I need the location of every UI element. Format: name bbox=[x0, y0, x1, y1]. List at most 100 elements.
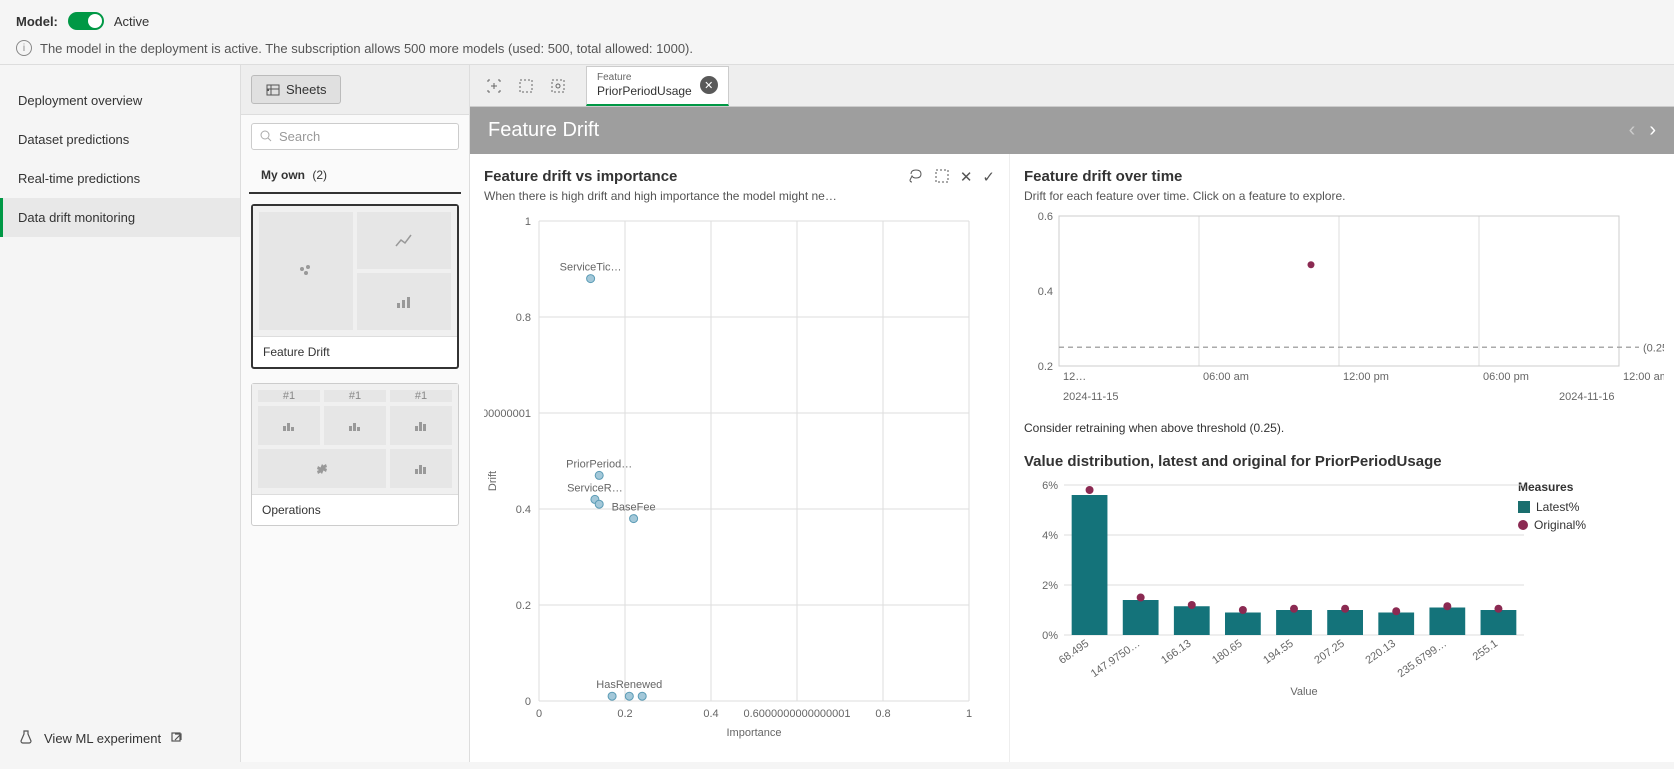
svg-text:12…: 12… bbox=[1063, 371, 1086, 383]
svg-text:0: 0 bbox=[536, 708, 542, 720]
svg-text:06:00 pm: 06:00 pm bbox=[1483, 371, 1529, 383]
chart-value-distribution[interactable]: Value distribution, latest and original … bbox=[1024, 453, 1660, 680]
chart-footnote: Consider retraining when above threshold… bbox=[1024, 421, 1660, 435]
feature-filter-tab[interactable]: Feature PriorPeriodUsage ✕ bbox=[586, 66, 729, 106]
svg-text:68.495: 68.495 bbox=[1057, 638, 1091, 667]
model-active-toggle[interactable] bbox=[68, 12, 104, 30]
svg-text:0.6000000000000001: 0.6000000000000001 bbox=[743, 708, 850, 720]
svg-text:BaseFee: BaseFee bbox=[612, 502, 656, 514]
svg-text:0.2: 0.2 bbox=[516, 600, 531, 612]
svg-text:2024-11-16: 2024-11-16 bbox=[1559, 391, 1614, 403]
content-area: Feature PriorPeriodUsage ✕ Feature Drift… bbox=[470, 65, 1674, 762]
close-icon[interactable]: ✕ bbox=[700, 76, 718, 94]
svg-text:0.4: 0.4 bbox=[516, 504, 531, 516]
myown-tab[interactable]: My own (2) bbox=[249, 158, 461, 194]
search-placeholder: Search bbox=[279, 129, 320, 144]
page-title-bar: Feature Drift ‹ › bbox=[470, 107, 1674, 154]
lasso-icon[interactable] bbox=[908, 168, 924, 188]
svg-text:ServiceR…: ServiceR… bbox=[567, 482, 623, 494]
svg-text:12:00 pm: 12:00 pm bbox=[1343, 371, 1389, 383]
view-ml-experiment-label: View ML experiment bbox=[44, 731, 161, 746]
svg-text:1: 1 bbox=[966, 708, 972, 720]
view-ml-experiment[interactable]: View ML experiment bbox=[0, 715, 240, 762]
svg-text:ServiceTic…: ServiceTic… bbox=[560, 262, 622, 274]
nav-dataset-predictions[interactable]: Dataset predictions bbox=[0, 120, 240, 159]
dist-svg: 0%2%4%6%68.495147.9750…166.13180.65194.5… bbox=[1024, 480, 1544, 700]
chart-title: Feature drift over time bbox=[1024, 168, 1660, 185]
cancel-icon[interactable]: ✕ bbox=[960, 168, 973, 188]
svg-text:166.13: 166.13 bbox=[1159, 638, 1193, 667]
feature-tab-label: Feature bbox=[597, 72, 692, 84]
chart-subtitle: When there is high drift and high import… bbox=[484, 189, 1001, 203]
svg-text:235.6799…: 235.6799… bbox=[1396, 638, 1449, 680]
smart-search-icon[interactable] bbox=[480, 72, 508, 100]
sheet-card-operations[interactable]: #1 #1 #1 Operations bbox=[251, 383, 459, 526]
svg-text:06:00 am: 06:00 am bbox=[1203, 371, 1249, 383]
sheets-button[interactable]: Sheets bbox=[251, 75, 341, 104]
sheets-button-label: Sheets bbox=[286, 82, 326, 97]
nav-realtime-predictions[interactable]: Real-time predictions bbox=[0, 159, 240, 198]
confirm-icon[interactable]: ✓ bbox=[982, 168, 995, 188]
svg-text:4%: 4% bbox=[1042, 530, 1058, 542]
svg-text:255.1: 255.1 bbox=[1471, 638, 1500, 664]
info-text: The model in the deployment is active. T… bbox=[40, 41, 693, 56]
thumb-bar-icon bbox=[357, 273, 451, 330]
sheet-card-label: Operations bbox=[252, 494, 458, 525]
chart-actions: ✕ ✓ bbox=[908, 168, 995, 188]
model-label: Model: bbox=[16, 14, 58, 29]
svg-text:0.4: 0.4 bbox=[703, 708, 718, 720]
time-svg: 0.2 0.4 0.6 12… 06:00 am 12:00 pm 06:00 pm 12:0… bbox=[1024, 211, 1664, 411]
chart-title: Value distribution, latest and original … bbox=[1024, 453, 1660, 470]
svg-text:Drift: Drift bbox=[487, 471, 499, 491]
model-status: Active bbox=[114, 14, 149, 29]
selection-tool-icon[interactable] bbox=[512, 72, 540, 100]
svg-text:Value: Value bbox=[1290, 686, 1317, 698]
svg-text:1: 1 bbox=[525, 216, 531, 228]
flask-icon bbox=[18, 729, 34, 748]
svg-text:Importance: Importance bbox=[726, 727, 781, 739]
chart-drift-over-time[interactable]: Feature drift over time Drift for each f… bbox=[1024, 168, 1660, 453]
left-nav: Deployment overview Dataset predictions … bbox=[0, 65, 240, 762]
svg-text:(0.25): (0.25) bbox=[1643, 342, 1664, 354]
svg-text:0.2: 0.2 bbox=[1038, 361, 1053, 373]
feature-tab-value: PriorPeriodUsage bbox=[597, 84, 692, 98]
header-bar: Model: Active i The model in the deploym… bbox=[0, 0, 1674, 65]
search-input[interactable]: Search bbox=[251, 123, 459, 150]
select-icon[interactable] bbox=[934, 168, 950, 188]
thumb-line-icon bbox=[357, 212, 451, 269]
nav-deployment-overview[interactable]: Deployment overview bbox=[0, 81, 240, 120]
svg-text:194.55: 194.55 bbox=[1261, 638, 1295, 667]
info-icon: i bbox=[16, 40, 32, 56]
sheet-card-label: Feature Drift bbox=[253, 336, 457, 367]
svg-text:6%: 6% bbox=[1042, 480, 1058, 492]
svg-text:0.6: 0.6 bbox=[1038, 211, 1053, 223]
bookmark-icon[interactable] bbox=[544, 72, 572, 100]
next-sheet-icon[interactable]: › bbox=[1649, 119, 1656, 142]
svg-text:0.6000000000000001: 0.6000000000000001 bbox=[484, 408, 531, 420]
search-icon bbox=[260, 130, 273, 143]
prev-sheet-icon[interactable]: ‹ bbox=[1629, 119, 1636, 142]
info-row: i The model in the deployment is active.… bbox=[16, 40, 1658, 56]
chart-subtitle: Drift for each feature over time. Click … bbox=[1024, 189, 1660, 203]
svg-text:HasRenewed: HasRenewed bbox=[596, 679, 662, 691]
sheets-icon bbox=[266, 83, 280, 97]
external-link-icon bbox=[171, 730, 185, 747]
svg-text:2%: 2% bbox=[1042, 580, 1058, 592]
nav-data-drift[interactable]: Data drift monitoring bbox=[0, 198, 240, 237]
svg-text:147.9750…: 147.9750… bbox=[1089, 638, 1142, 680]
sheets-panel: Sheets Search My own (2) bbox=[240, 65, 470, 762]
svg-text:PriorPeriod…: PriorPeriod… bbox=[566, 458, 632, 470]
page-title: Feature Drift bbox=[488, 119, 599, 142]
svg-text:0%: 0% bbox=[1042, 630, 1058, 642]
svg-text:0.2: 0.2 bbox=[617, 708, 632, 720]
sheet-card-feature-drift[interactable]: Feature Drift bbox=[251, 204, 459, 369]
svg-text:0.8: 0.8 bbox=[516, 312, 531, 324]
chart-drift-vs-importance[interactable]: Feature drift vs importance When there i… bbox=[470, 154, 1010, 762]
svg-text:0.4: 0.4 bbox=[1038, 286, 1053, 298]
thumb-scatter-icon bbox=[259, 212, 353, 330]
scatter-svg: 00 0.2 0.2 0.4 0.4 0.6000000000000001 0.600000… bbox=[484, 211, 984, 741]
svg-text:220.13: 220.13 bbox=[1363, 638, 1397, 667]
svg-text:0: 0 bbox=[525, 696, 531, 708]
svg-text:12:00 am: 12:00 am bbox=[1623, 371, 1664, 383]
svg-text:207.25: 207.25 bbox=[1312, 638, 1346, 667]
